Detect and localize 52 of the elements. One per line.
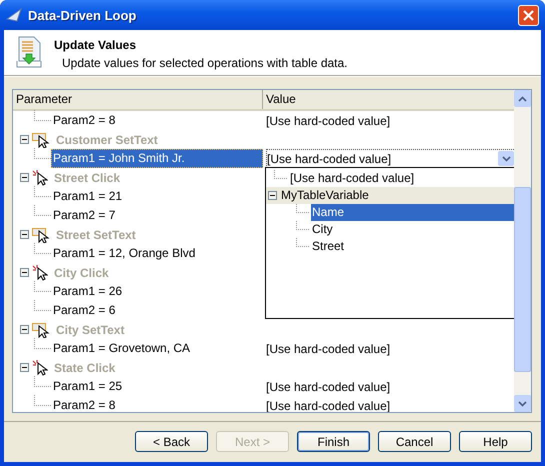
parameter-item[interactable]: Param1 = Grovetown, CA	[51, 339, 263, 358]
wizard-button[interactable]: Help	[459, 431, 532, 452]
value-cell[interactable]: [Use hard-coded value]	[266, 114, 390, 128]
wizard-button[interactable]: Cancel	[378, 431, 451, 452]
cursor-click-icon	[32, 264, 48, 280]
text-box-cursor-icon	[32, 322, 50, 338]
caret-icon	[518, 96, 527, 102]
dropdown-button[interactable]	[498, 151, 514, 166]
value-cell[interactable]: [Use hard-coded value]	[266, 380, 390, 394]
caret-icon	[518, 400, 527, 406]
parameter-item[interactable]: Param2 = 7	[51, 206, 263, 225]
value-cell[interactable]: [Use hard-coded value]	[266, 398, 390, 412]
app-icon	[6, 7, 22, 23]
collapse-icon[interactable]	[20, 230, 29, 239]
parameter-item[interactable]: Param1 = 25	[51, 377, 263, 396]
page-title: Update Values	[54, 38, 138, 52]
scroll-thumb[interactable]	[514, 187, 531, 372]
dropdown-item[interactable]: [Use hard-coded value]	[289, 170, 414, 187]
parameter-item[interactable]: Param1 = 26	[51, 282, 263, 301]
dropdown-item[interactable]: City	[311, 221, 514, 238]
cursor-click-icon	[32, 170, 48, 186]
document-download-icon	[16, 36, 42, 68]
collapse-icon[interactable]	[20, 363, 29, 372]
window-title: Data-Driven Loop	[28, 8, 138, 22]
wizard-button[interactable]: Finish	[297, 431, 370, 452]
caret-icon	[502, 156, 510, 162]
column-header[interactable]: Parameter	[13, 90, 263, 109]
collapse-icon[interactable]	[268, 191, 277, 200]
parameter-item[interactable]: Param2 = 8	[51, 396, 263, 412]
wizard-button[interactable]: < Back	[135, 431, 208, 452]
cursor-click-icon	[32, 360, 48, 376]
page-description: Update values for selected operations with table data.	[61, 56, 348, 70]
dropdown-item[interactable]: Street	[311, 238, 514, 255]
value-cell[interactable]: [Use hard-coded value]	[266, 342, 390, 356]
close-icon	[523, 10, 534, 20]
close-button[interactable]	[518, 4, 539, 26]
dropdown-item[interactable]: Name	[311, 204, 514, 221]
text-box-cursor-icon	[32, 132, 50, 148]
collapse-icon[interactable]	[20, 268, 29, 277]
parameter-item[interactable]: Param1 = 21	[51, 187, 263, 206]
scroll-down-button[interactable]	[514, 395, 531, 412]
parameter-item[interactable]: Param1 = John Smith Jr.	[51, 149, 263, 168]
parameter-item[interactable]: Param2 = 6	[51, 301, 263, 320]
collapse-icon[interactable]	[20, 173, 29, 182]
text-box-cursor-icon	[32, 226, 50, 242]
scrollbar[interactable]	[514, 90, 531, 412]
collapse-icon[interactable]	[20, 135, 29, 144]
parameter-item[interactable]: Param1 = 12, Orange Blvd	[51, 244, 263, 263]
scroll-up-button[interactable]	[514, 90, 531, 107]
collapse-icon[interactable]	[20, 325, 29, 334]
column-header[interactable]: Value	[263, 90, 296, 109]
parameter-item[interactable]: Param2 = 8	[51, 111, 263, 130]
